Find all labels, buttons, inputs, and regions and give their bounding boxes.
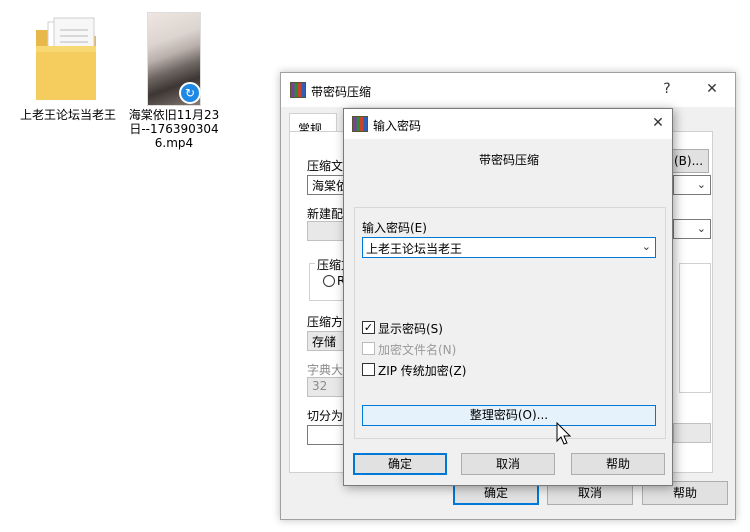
archive-name-label: 压缩文 xyxy=(307,159,344,173)
password-value: 上老王论坛当老王 xyxy=(366,242,463,256)
password-help-button[interactable]: 帮助 xyxy=(571,453,665,475)
password-dialog-title: 输入密码 xyxy=(373,119,422,133)
browse-button[interactable]: (B)... xyxy=(669,149,709,173)
winrar-icon xyxy=(352,116,368,132)
folder-label[interactable]: 上老王论坛当老王 xyxy=(18,108,118,122)
encrypt-filenames-checkbox[interactable] xyxy=(362,342,375,355)
profile-dropdown-end[interactable]: ⌄ xyxy=(673,219,711,239)
show-password-checkbox[interactable]: ✓ xyxy=(362,321,375,334)
organize-passwords-button[interactable]: 整理密码(O)... xyxy=(362,405,656,426)
chevron-down-icon: ⌄ xyxy=(696,178,706,191)
split-label: 切分为 xyxy=(307,409,344,423)
password-cancel-button[interactable]: 取消 xyxy=(461,453,555,475)
winrar-icon xyxy=(290,82,306,98)
folder-icon[interactable] xyxy=(34,16,100,102)
method-select[interactable]: 存储 xyxy=(307,331,347,351)
profile-button[interactable] xyxy=(307,221,347,241)
password-dialog-header: 带密码压缩 xyxy=(478,153,539,167)
chevron-down-icon[interactable]: ⌄ xyxy=(642,240,651,253)
profile-label: 新建配 xyxy=(307,207,344,221)
compress-dialog-titlebar: 带密码压缩 ? ✕ xyxy=(281,73,735,107)
show-password-label[interactable]: 显示密码(S) xyxy=(378,320,443,337)
password-label: 输入密码(E) xyxy=(362,221,427,235)
archive-name-dropdown-end[interactable]: ⌄ xyxy=(673,175,711,195)
video-label[interactable]: 海棠依旧11月23日--1763903046.mp4 xyxy=(128,108,220,150)
method-label: 压缩方 xyxy=(307,315,344,329)
dict-select[interactable]: 32 xyxy=(307,377,347,397)
password-dialog-titlebar: 输入密码 ✕ xyxy=(344,109,672,139)
split-input-end[interactable] xyxy=(673,423,711,443)
tab-general[interactable]: 常规 xyxy=(289,113,337,136)
help-icon[interactable]: ? xyxy=(657,81,677,97)
close-icon[interactable]: ✕ xyxy=(648,115,668,131)
password-ok-button[interactable]: 确定 xyxy=(353,453,447,475)
split-input[interactable] xyxy=(307,425,347,445)
options-group xyxy=(679,263,711,393)
password-input[interactable]: 上老王论坛当老王 ⌄ xyxy=(362,237,656,258)
encrypt-filenames-label[interactable]: 加密文件名(N) xyxy=(378,341,456,358)
password-dialog: 输入密码 ✕ 带密码压缩 输入密码(E) 上老王论坛当老王 ⌄ ✓ 显示密码(S… xyxy=(343,108,673,486)
mouse-cursor-icon xyxy=(556,422,572,445)
close-icon[interactable]: ✕ xyxy=(702,81,722,97)
video-badge-icon: ↻ xyxy=(179,82,201,104)
compress-dialog-title: 带密码压缩 xyxy=(311,85,372,99)
zip-legacy-label[interactable]: ZIP 传统加密(Z) xyxy=(378,362,466,379)
chevron-down-icon: ⌄ xyxy=(696,222,706,235)
zip-legacy-checkbox[interactable] xyxy=(362,363,375,376)
format-radio[interactable] xyxy=(323,275,335,287)
dict-label: 字典大 xyxy=(307,363,344,377)
